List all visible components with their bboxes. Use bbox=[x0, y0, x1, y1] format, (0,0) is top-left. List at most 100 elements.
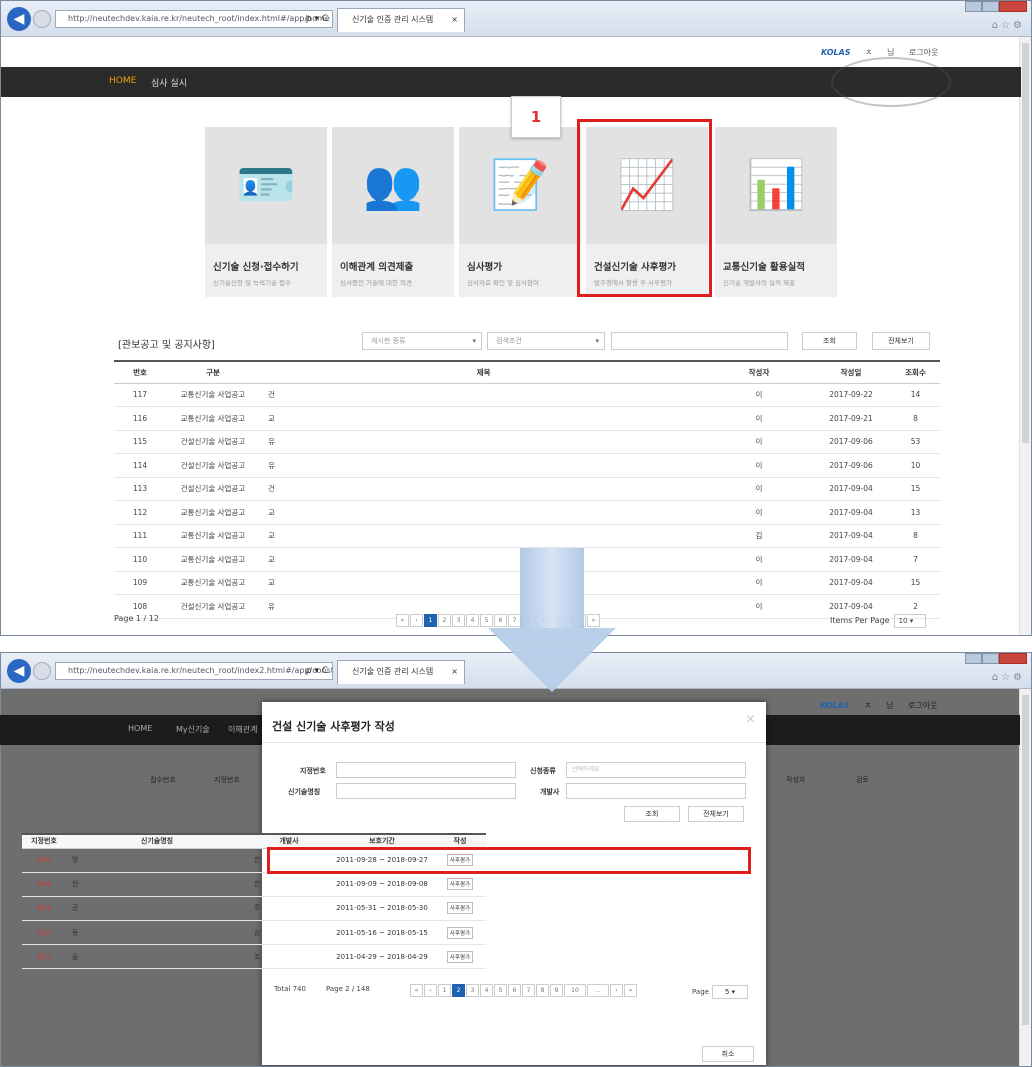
search-condition-select[interactable]: 검색조건 ▾ bbox=[487, 332, 605, 350]
row-title[interactable]: 유 bbox=[260, 430, 707, 454]
close-window-button[interactable] bbox=[999, 653, 1027, 664]
browser-tab[interactable]: 신기술 인증 관리 시스템 × bbox=[337, 8, 465, 32]
row-title[interactable]: 건 bbox=[260, 383, 707, 407]
page-scrollbar[interactable] bbox=[1019, 689, 1031, 1066]
tab-close-icon[interactable]: × bbox=[451, 9, 458, 31]
page-link[interactable]: 1 bbox=[438, 984, 451, 997]
page-scrollbar[interactable] bbox=[1019, 37, 1031, 635]
close-window-button[interactable] bbox=[999, 1, 1027, 12]
minimize-button[interactable] bbox=[965, 1, 982, 12]
util-item-2[interactable]: 님 bbox=[886, 701, 893, 710]
table-row[interactable]: 113 건설신기술 사업공고 건 이 2017-09-04 15 bbox=[114, 477, 940, 501]
modal-search-button[interactable]: 조회 bbox=[624, 806, 680, 822]
page-size-select[interactable]: 5 ▾ bbox=[712, 985, 748, 999]
maximize-button[interactable] bbox=[982, 653, 999, 664]
home-star-gear-icons[interactable]: ⌂☆⚙ bbox=[992, 20, 1025, 31]
page-link[interactable]: ‹ bbox=[424, 984, 437, 997]
maximize-button[interactable] bbox=[982, 1, 999, 12]
close-icon[interactable]: × bbox=[745, 712, 756, 727]
table-row[interactable]: 622 동 삼 2011-05-16 ~ 2018-05-15 사후평가 bbox=[22, 920, 486, 946]
search-button[interactable]: 조회 bbox=[802, 332, 857, 350]
designation-no-input[interactable] bbox=[336, 762, 516, 778]
page-link[interactable]: 1 bbox=[424, 614, 437, 627]
page-link[interactable]: 4 bbox=[466, 614, 479, 627]
forward-button[interactable] bbox=[33, 10, 51, 28]
table-row[interactable]: 112 교통신기술 사업공고 교 이 2017-09-04 13 bbox=[114, 500, 940, 525]
kolas-logo[interactable]: KOLAS bbox=[821, 48, 851, 57]
page-link[interactable]: 5 bbox=[494, 984, 507, 997]
items-per-page-select[interactable]: 10 ▾ bbox=[893, 614, 926, 628]
page-link[interactable]: 2 bbox=[438, 614, 451, 627]
nav-home[interactable]: HOME bbox=[109, 76, 136, 86]
page-link[interactable]: » bbox=[587, 614, 600, 627]
page-link[interactable]: « bbox=[396, 614, 409, 627]
minimize-button[interactable] bbox=[965, 653, 982, 664]
post-evaluation-button[interactable]: 사후평가 bbox=[446, 926, 474, 939]
post-evaluation-button[interactable]: 사후평가 bbox=[446, 878, 474, 891]
table-row[interactable]: 115 건설신기술 사업공고 유 이 2017-09-06 53 bbox=[114, 430, 940, 454]
page-link[interactable]: 2 bbox=[452, 984, 465, 997]
row-title[interactable]: 교 bbox=[260, 571, 707, 595]
browser-tab[interactable]: 신기술 인증 관리 시스템 × bbox=[337, 660, 465, 684]
refresh-icon[interactable]: ρ ▾ C bbox=[306, 11, 328, 27]
row-title[interactable]: 교 bbox=[260, 524, 707, 548]
view-all-button[interactable]: 전체보기 bbox=[872, 332, 930, 350]
card-opinion[interactable]: 👥 이해관계 의견제출 심사중인 기술에 대한 의견 bbox=[332, 127, 454, 297]
search-input[interactable] bbox=[611, 332, 788, 350]
table-row[interactable]: 116 교통신기술 사업공고 교 이 2017-09-21 8 bbox=[114, 406, 940, 431]
table-row[interactable]: 621 슬 조 2011-04-29 ~ 2018-04-29 사후평가 bbox=[22, 944, 486, 970]
kolas-logo[interactable]: KOLAS bbox=[820, 701, 850, 710]
table-row[interactable]: 117 교통신기술 사업공고 건 이 2017-09-22 14 bbox=[114, 383, 940, 407]
row-title[interactable]: 교 bbox=[260, 406, 707, 431]
address-bar[interactable]: http://neutechdev.kaia.re.kr/neutech_roo… bbox=[55, 10, 333, 28]
home-star-gear-icons[interactable]: ⌂☆⚙ bbox=[992, 672, 1025, 683]
page-link[interactable]: » bbox=[624, 984, 637, 997]
page-link[interactable]: « bbox=[410, 984, 423, 997]
back-arrow-icon[interactable]: ◀ bbox=[7, 659, 31, 683]
tab-close-icon[interactable]: × bbox=[451, 661, 458, 683]
page-link[interactable]: › bbox=[610, 984, 623, 997]
table-row[interactable]: 623 공 주 2011-05-31 ~ 2018-05-30 사후평가 bbox=[22, 896, 486, 922]
page-link[interactable]: 4 bbox=[480, 984, 493, 997]
page-link[interactable]: 3 bbox=[452, 614, 465, 627]
page-link[interactable]: 8 bbox=[536, 984, 549, 997]
address-bar[interactable]: http://neutechdev.kaia.re.kr/neutech_roo… bbox=[55, 662, 333, 680]
cancel-button[interactable]: 취소 bbox=[702, 1046, 754, 1062]
nav-interest[interactable]: 이해관계 bbox=[228, 724, 257, 735]
row-title[interactable]: 교 bbox=[260, 500, 707, 525]
logout-link[interactable]: 로그아웃 bbox=[908, 701, 937, 710]
page-link[interactable]: 6 bbox=[508, 984, 521, 997]
apply-type-select[interactable]: 선택하세요 bbox=[566, 762, 746, 778]
card-traffic-performance[interactable]: 📊 교통신기술 활용실적 신기술 개발사의 실적 제출 bbox=[715, 127, 837, 297]
table-row[interactable]: 111 교통신기술 사업공고 교 김 2017-09-04 8 bbox=[114, 524, 940, 548]
page-link[interactable]: 3 bbox=[466, 984, 479, 997]
forward-button[interactable] bbox=[33, 662, 51, 680]
table-row[interactable]: 114 건설신기술 사업공고 유 이 2017-09-06 10 bbox=[114, 453, 940, 478]
logout-link[interactable]: 로그아웃 bbox=[909, 48, 938, 57]
page-link[interactable]: 5 bbox=[480, 614, 493, 627]
card-evaluation[interactable]: 📝 심사평가 심사자료 확인 및 심사참여 bbox=[459, 127, 581, 297]
page-link[interactable]: 7 bbox=[522, 984, 535, 997]
board-type-select[interactable]: 게시판 종류 ▾ bbox=[362, 332, 482, 350]
post-evaluation-button[interactable]: 사후평가 bbox=[446, 902, 474, 915]
util-item-1[interactable]: ㅊ bbox=[864, 701, 871, 710]
row-title[interactable]: 교 bbox=[260, 547, 707, 572]
card-apply[interactable]: 🪪 신기술 신청·접수하기 신기술신청 및 녹색기술 접수 bbox=[205, 127, 327, 297]
util-item-2[interactable]: 님 bbox=[887, 48, 894, 57]
row-title[interactable]: 유 bbox=[260, 453, 707, 478]
page-link[interactable]: 6 bbox=[494, 614, 507, 627]
page-link[interactable]: 9 bbox=[550, 984, 563, 997]
nav-review[interactable]: 심사 실시 bbox=[151, 76, 187, 89]
modal-view-all-button[interactable]: 전체보기 bbox=[688, 806, 744, 822]
row-title[interactable]: 건 bbox=[260, 477, 707, 501]
post-evaluation-button[interactable]: 사후평가 bbox=[446, 950, 474, 963]
table-row[interactable]: 624 현 한 2011-09-09 ~ 2018-09-08 사후평가 bbox=[22, 872, 486, 897]
nav-my-tech[interactable]: My신기술 bbox=[176, 724, 210, 735]
tech-name-input[interactable] bbox=[336, 783, 516, 799]
nav-home[interactable]: HOME bbox=[128, 724, 152, 733]
page-link[interactable]: ‹ bbox=[410, 614, 423, 627]
back-arrow-icon[interactable]: ◀ bbox=[7, 7, 31, 31]
refresh-icon[interactable]: ρ ▾ C bbox=[306, 663, 328, 679]
util-item-1[interactable]: ㅊ bbox=[865, 48, 872, 57]
page-link[interactable]: ... bbox=[587, 984, 609, 997]
